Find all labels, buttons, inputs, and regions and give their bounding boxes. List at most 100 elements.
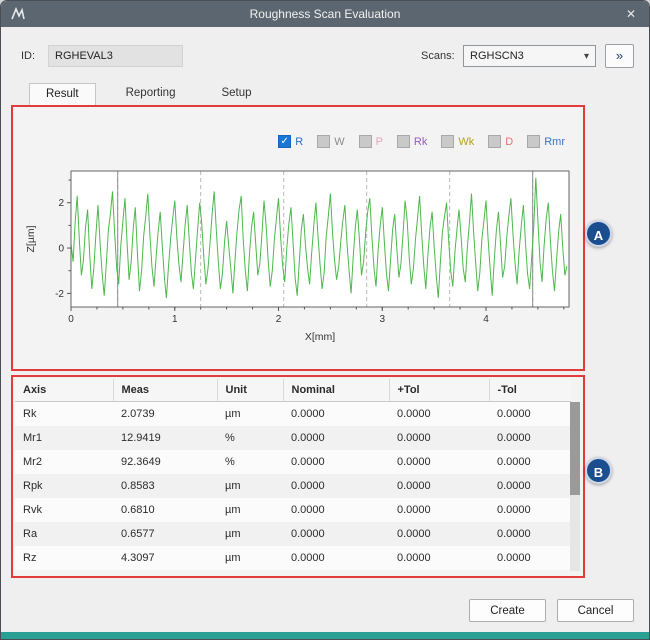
measurement-table: AxisMeasUnitNominal+Tol-Tol Rk2.0739µm0.…	[15, 379, 571, 570]
table-cell: µm	[217, 402, 283, 427]
table-body: Rk2.0739µm0.00000.00000.0000Mr112.9419%0…	[15, 402, 571, 571]
table-cell: 0.0000	[389, 546, 489, 570]
chevron-down-icon: ▾	[584, 51, 589, 62]
table-cell: 0.0000	[489, 450, 571, 474]
svg-text:4: 4	[483, 314, 489, 325]
table-cell: 0.0000	[489, 474, 571, 498]
table-cell: Rpk	[15, 474, 113, 498]
table-cell: 0.0000	[389, 474, 489, 498]
table-cell: Rvk	[15, 498, 113, 522]
svg-text:0: 0	[68, 314, 74, 325]
bottom-accent-bar	[1, 632, 649, 639]
legend-item-w[interactable]: W	[317, 135, 344, 148]
table-cell: 0.0000	[283, 402, 389, 427]
annotation-box-a: ✓RWPRkWkDRmr 01234-202X[mm]Z[µm]	[11, 105, 585, 371]
cancel-button[interactable]: Cancel	[557, 599, 634, 622]
table-cell: 0.6810	[113, 498, 217, 522]
table-header-row: AxisMeasUnitNominal+Tol-Tol	[15, 379, 571, 402]
svg-text:Z[µm]: Z[µm]	[25, 225, 37, 252]
legend-label: P	[376, 136, 383, 148]
svg-text:3: 3	[379, 314, 385, 325]
table-cell: %	[217, 426, 283, 450]
svg-text:2: 2	[276, 314, 282, 325]
create-button[interactable]: Create	[469, 599, 546, 622]
legend-item-wk[interactable]: Wk	[441, 135, 474, 148]
id-input[interactable]	[48, 45, 183, 67]
table-cell: Ra	[15, 522, 113, 546]
annotation-badge-a: A	[585, 220, 612, 247]
table-cell: µm	[217, 546, 283, 570]
tab-result[interactable]: Result	[29, 83, 96, 105]
expand-scans-button[interactable]: »	[605, 44, 634, 68]
table-cell: 0.0000	[489, 498, 571, 522]
column-header[interactable]: +Tol	[389, 379, 489, 402]
table-cell: 0.0000	[283, 426, 389, 450]
table-cell: 0.0000	[489, 402, 571, 427]
scans-label: Scans:	[421, 50, 455, 62]
unchecked-checkbox-icon[interactable]	[317, 135, 330, 148]
table-cell: 0.0000	[389, 426, 489, 450]
column-header[interactable]: Nominal	[283, 379, 389, 402]
table-cell: 0.0000	[389, 402, 489, 427]
scans-selected-value: RGHSCN3	[470, 50, 524, 62]
table-row[interactable]: Rvk0.6810µm0.00000.00000.0000	[15, 498, 571, 522]
column-header[interactable]: Unit	[217, 379, 283, 402]
legend-item-rmr[interactable]: Rmr	[527, 135, 565, 148]
table-cell: 0.0000	[389, 450, 489, 474]
column-header[interactable]: -Tol	[489, 379, 571, 402]
unchecked-checkbox-icon[interactable]	[441, 135, 454, 148]
unchecked-checkbox-icon[interactable]	[359, 135, 372, 148]
legend-item-p[interactable]: P	[359, 135, 383, 148]
table-cell: 0.0000	[489, 546, 571, 570]
unchecked-checkbox-icon[interactable]	[488, 135, 501, 148]
svg-text:1: 1	[172, 314, 178, 325]
unchecked-checkbox-icon[interactable]	[397, 135, 410, 148]
column-header[interactable]: Meas	[113, 379, 217, 402]
table-cell: 0.6577	[113, 522, 217, 546]
svg-text:-2: -2	[55, 289, 64, 300]
table-cell: 0.0000	[283, 546, 389, 570]
legend-label: W	[334, 136, 344, 148]
id-label: ID:	[21, 50, 35, 62]
scrollbar-thumb[interactable]	[570, 402, 580, 495]
scans-dropdown[interactable]: RGHSCN3 ▾	[463, 45, 596, 67]
close-icon[interactable]: ✕	[623, 6, 639, 22]
checked-checkbox-icon[interactable]: ✓	[278, 135, 291, 148]
dialog-window: Roughness Scan Evaluation ✕ ID: Scans: R…	[0, 0, 650, 640]
table-cell: Mr1	[15, 426, 113, 450]
table-cell: 0.0000	[283, 450, 389, 474]
annotation-badge-b: B	[585, 457, 612, 484]
table-cell: 12.9419	[113, 426, 217, 450]
table-cell: Rz	[15, 546, 113, 570]
table-cell: µm	[217, 474, 283, 498]
legend-item-rk[interactable]: Rk	[397, 135, 427, 148]
svg-text:2: 2	[58, 198, 64, 209]
unchecked-checkbox-icon[interactable]	[527, 135, 540, 148]
table-row[interactable]: Rz4.3097µm0.00000.00000.0000	[15, 546, 571, 570]
table-row[interactable]: Rpk0.8583µm0.00000.00000.0000	[15, 474, 571, 498]
table-cell: 0.0000	[389, 498, 489, 522]
table-cell: 2.0739	[113, 402, 217, 427]
legend-label: Wk	[458, 136, 474, 148]
roughness-profile-chart: 0 1 2 3 4 -2 0 2 X[mm] Z[µm]	[21, 163, 581, 365]
tab-reporting[interactable]: Reporting	[110, 83, 192, 105]
chart-svg: 0 1 2 3 4 -2 0 2 X[mm] Z[µm]	[21, 163, 581, 365]
tab-bar: Result Reporting Setup	[29, 83, 268, 105]
table-row[interactable]: Mr292.3649%0.00000.00000.0000	[15, 450, 571, 474]
table-cell: 0.0000	[389, 522, 489, 546]
legend-item-r[interactable]: ✓R	[278, 135, 303, 148]
tab-setup[interactable]: Setup	[205, 83, 267, 105]
title-bar: Roughness Scan Evaluation ✕	[1, 1, 649, 27]
table-row[interactable]: Rk2.0739µm0.00000.00000.0000	[15, 402, 571, 427]
legend-item-d[interactable]: D	[488, 135, 513, 148]
table-row[interactable]: Mr112.9419%0.00000.00000.0000	[15, 426, 571, 450]
svg-text:X[mm]: X[mm]	[305, 331, 335, 343]
table-cell: 4.3097	[113, 546, 217, 570]
annotation-box-b: AxisMeasUnitNominal+Tol-Tol Rk2.0739µm0.…	[11, 375, 585, 578]
column-header[interactable]: Axis	[15, 379, 113, 402]
table-scrollbar[interactable]	[570, 402, 580, 571]
svg-text:0: 0	[58, 244, 64, 255]
legend-label: R	[295, 136, 303, 148]
table-row[interactable]: Ra0.6577µm0.00000.00000.0000	[15, 522, 571, 546]
table-cell: 0.0000	[283, 498, 389, 522]
